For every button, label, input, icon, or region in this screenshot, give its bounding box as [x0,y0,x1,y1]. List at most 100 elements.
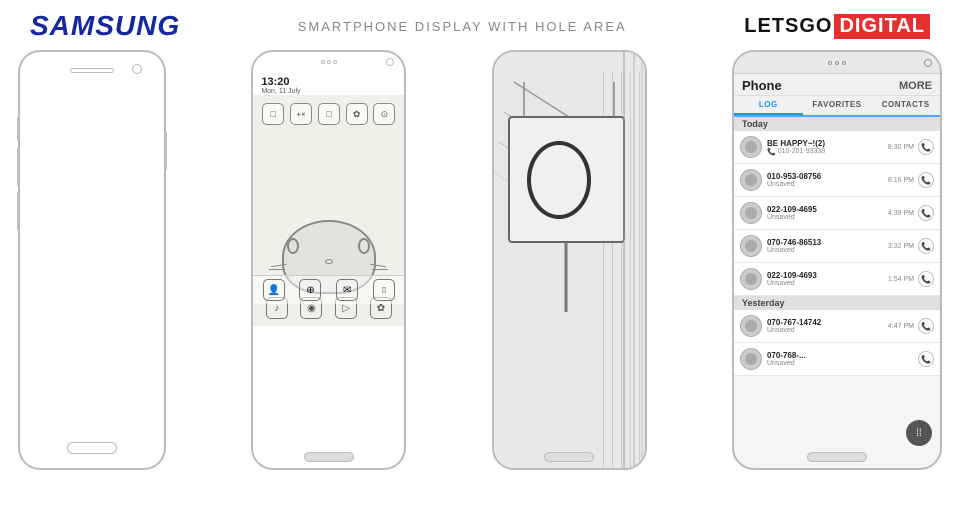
contact-info: 010-953-08756 Unsaved [767,172,888,188]
contact-time: 4:39 PM [888,210,914,217]
avatar [740,348,762,370]
volume-up-button [17,117,20,141]
avatar [740,169,762,191]
call-button[interactable]: 📞 [918,205,934,221]
phone-ico: 📞 [767,148,776,156]
dialpad-icon: ⁞⁞ [916,428,922,439]
avatar [740,315,762,337]
contact-info: 022-109-4693 Unsaved [767,271,888,287]
clock: 13:20 [261,76,396,88]
speaker [70,68,114,73]
contact-info: 070-767-14742 Unsaved [767,318,888,334]
dock-browser[interactable]: ⊕ [299,279,321,301]
phones-row: 13:20 Mon, 11 July □ +× □ ✿ ⊙ [0,50,960,470]
avatar [740,268,762,290]
dot-3 [333,60,337,64]
fab-dialpad[interactable]: ⁞⁞ [906,420,932,446]
dock-row: 👤 ⊕ ✉ ⁞⁞ [253,275,404,304]
contact-info: 022-109-4695 Unsaved [767,205,888,221]
home-button-3[interactable] [544,452,594,462]
contact-info: BE HAPPY~!(2) 📞010-201-93333 [767,139,888,156]
contact-row[interactable]: 070-767-14742 Unsaved 4:47 PM 📞 [734,310,940,343]
totoro-eye-left [287,238,299,254]
avatar [740,136,762,158]
contact-row[interactable]: 022-109-4693 Unsaved 1:54 PM 📞 [734,263,940,296]
tab-contacts[interactable]: CONTACTS [871,96,940,115]
app-row-1: □ +× □ ✿ ⊙ [259,103,398,125]
app-icon-2[interactable]: +× [290,103,312,125]
app-title: Phone [742,78,782,93]
call-button[interactable]: 📞 [918,172,934,188]
whisker-4 [372,269,388,270]
date: Mon, 11 July [261,88,396,95]
totoro-illustration [259,129,398,294]
tab-log[interactable]: LOG [734,96,803,115]
home-button-2[interactable] [304,452,354,462]
dock-messages[interactable]: ✉ [336,279,358,301]
app-titlebar: Phone MORE [734,74,940,96]
page-header: SAMSUNG SMARTPHONE DISPLAY WITH HOLE ARE… [0,0,960,48]
whisker-3 [370,264,386,268]
phone-3-fullscreen [492,50,647,470]
volume-down-button [17,148,20,186]
contact-time: 8:30 PM [888,144,914,151]
sensor-dots-app [828,61,846,65]
contact-name: 010-953-08756 [767,172,888,181]
contact-name: BE HAPPY~!(2) [767,139,888,148]
contact-row[interactable]: BE HAPPY~!(2) 📞010-201-93333 8:30 PM 📞 [734,131,940,164]
totoro-sketch [259,129,398,294]
avatar [740,202,762,224]
contact-row[interactable]: 070-746-86513 Unsaved 3:32 PM 📞 [734,230,940,263]
contact-sub: Unsaved [767,360,914,367]
phone-2-homescreen: 13:20 Mon, 11 July □ +× □ ✿ ⊙ [251,50,406,470]
contact-row[interactable]: 070-768-... Unsaved 📞 [734,343,940,376]
app-icon-5[interactable]: ⊙ [373,103,395,125]
dock-apps[interactable]: ⁞⁞ [373,279,395,301]
page-subtitle: SMARTPHONE DISPLAY WITH HOLE AREA [298,19,627,34]
dock-contacts[interactable]: 👤 [263,279,285,301]
section-today: Today [734,117,940,131]
homescreen-content: 13:20 Mon, 11 July □ +× □ ✿ ⊙ [253,52,404,326]
call-button[interactable]: 📞 [918,139,934,155]
more-button[interactable]: MORE [899,80,932,92]
home-button-app[interactable] [807,452,867,462]
status-bar-app [734,52,940,74]
call-button[interactable]: 📞 [918,318,934,334]
contact-sub: Unsaved [767,280,888,287]
avatar [740,235,762,257]
app-icon-1[interactable]: □ [262,103,284,125]
dot-2 [327,60,331,64]
contact-sub: Unsaved [767,247,888,254]
contact-info: 070-746-86513 Unsaved [767,238,888,254]
app-icon-3[interactable]: □ [318,103,340,125]
home-button [67,442,117,454]
samsung-logo: SAMSUNG [30,10,180,42]
anime-illustration [494,52,645,468]
contact-row[interactable]: 010-953-08756 Unsaved 8:16 PM 📞 [734,164,940,197]
contact-sub: 📞010-201-93333 [767,148,888,156]
call-button[interactable]: 📞 [918,271,934,287]
contact-sub: Unsaved [767,214,888,221]
dot-3 [842,61,846,65]
phone-1-outline [18,50,166,470]
totoro-nose [325,259,333,264]
camera-hole-app [924,59,932,67]
digital-text: DIGITAL [834,14,930,39]
bixby-button [17,192,20,230]
contact-sub: Unsaved [767,181,888,188]
app-icon-4[interactable]: ✿ [346,103,368,125]
contact-time: 3:32 PM [888,243,914,250]
letsgo-logo: LETSGODIGITAL [744,14,930,39]
contact-info: 070-768-... Unsaved [767,351,914,367]
dot-1 [828,61,832,65]
phone-4-app: Phone MORE LOG FAVORITES CONTACTS Today … [732,50,942,470]
call-button[interactable]: 📞 [918,351,934,367]
contact-row[interactable]: 022-109-4695 Unsaved 4:39 PM 📞 [734,197,940,230]
sensor-dots [321,60,337,64]
tab-favorites[interactable]: FAVORITES [803,96,872,115]
contact-name: 022-109-4695 [767,205,888,214]
homescreen-body: □ +× □ ✿ ⊙ [253,95,404,326]
call-button[interactable]: 📞 [918,238,934,254]
dot-1 [321,60,325,64]
whisker-1 [271,264,287,268]
